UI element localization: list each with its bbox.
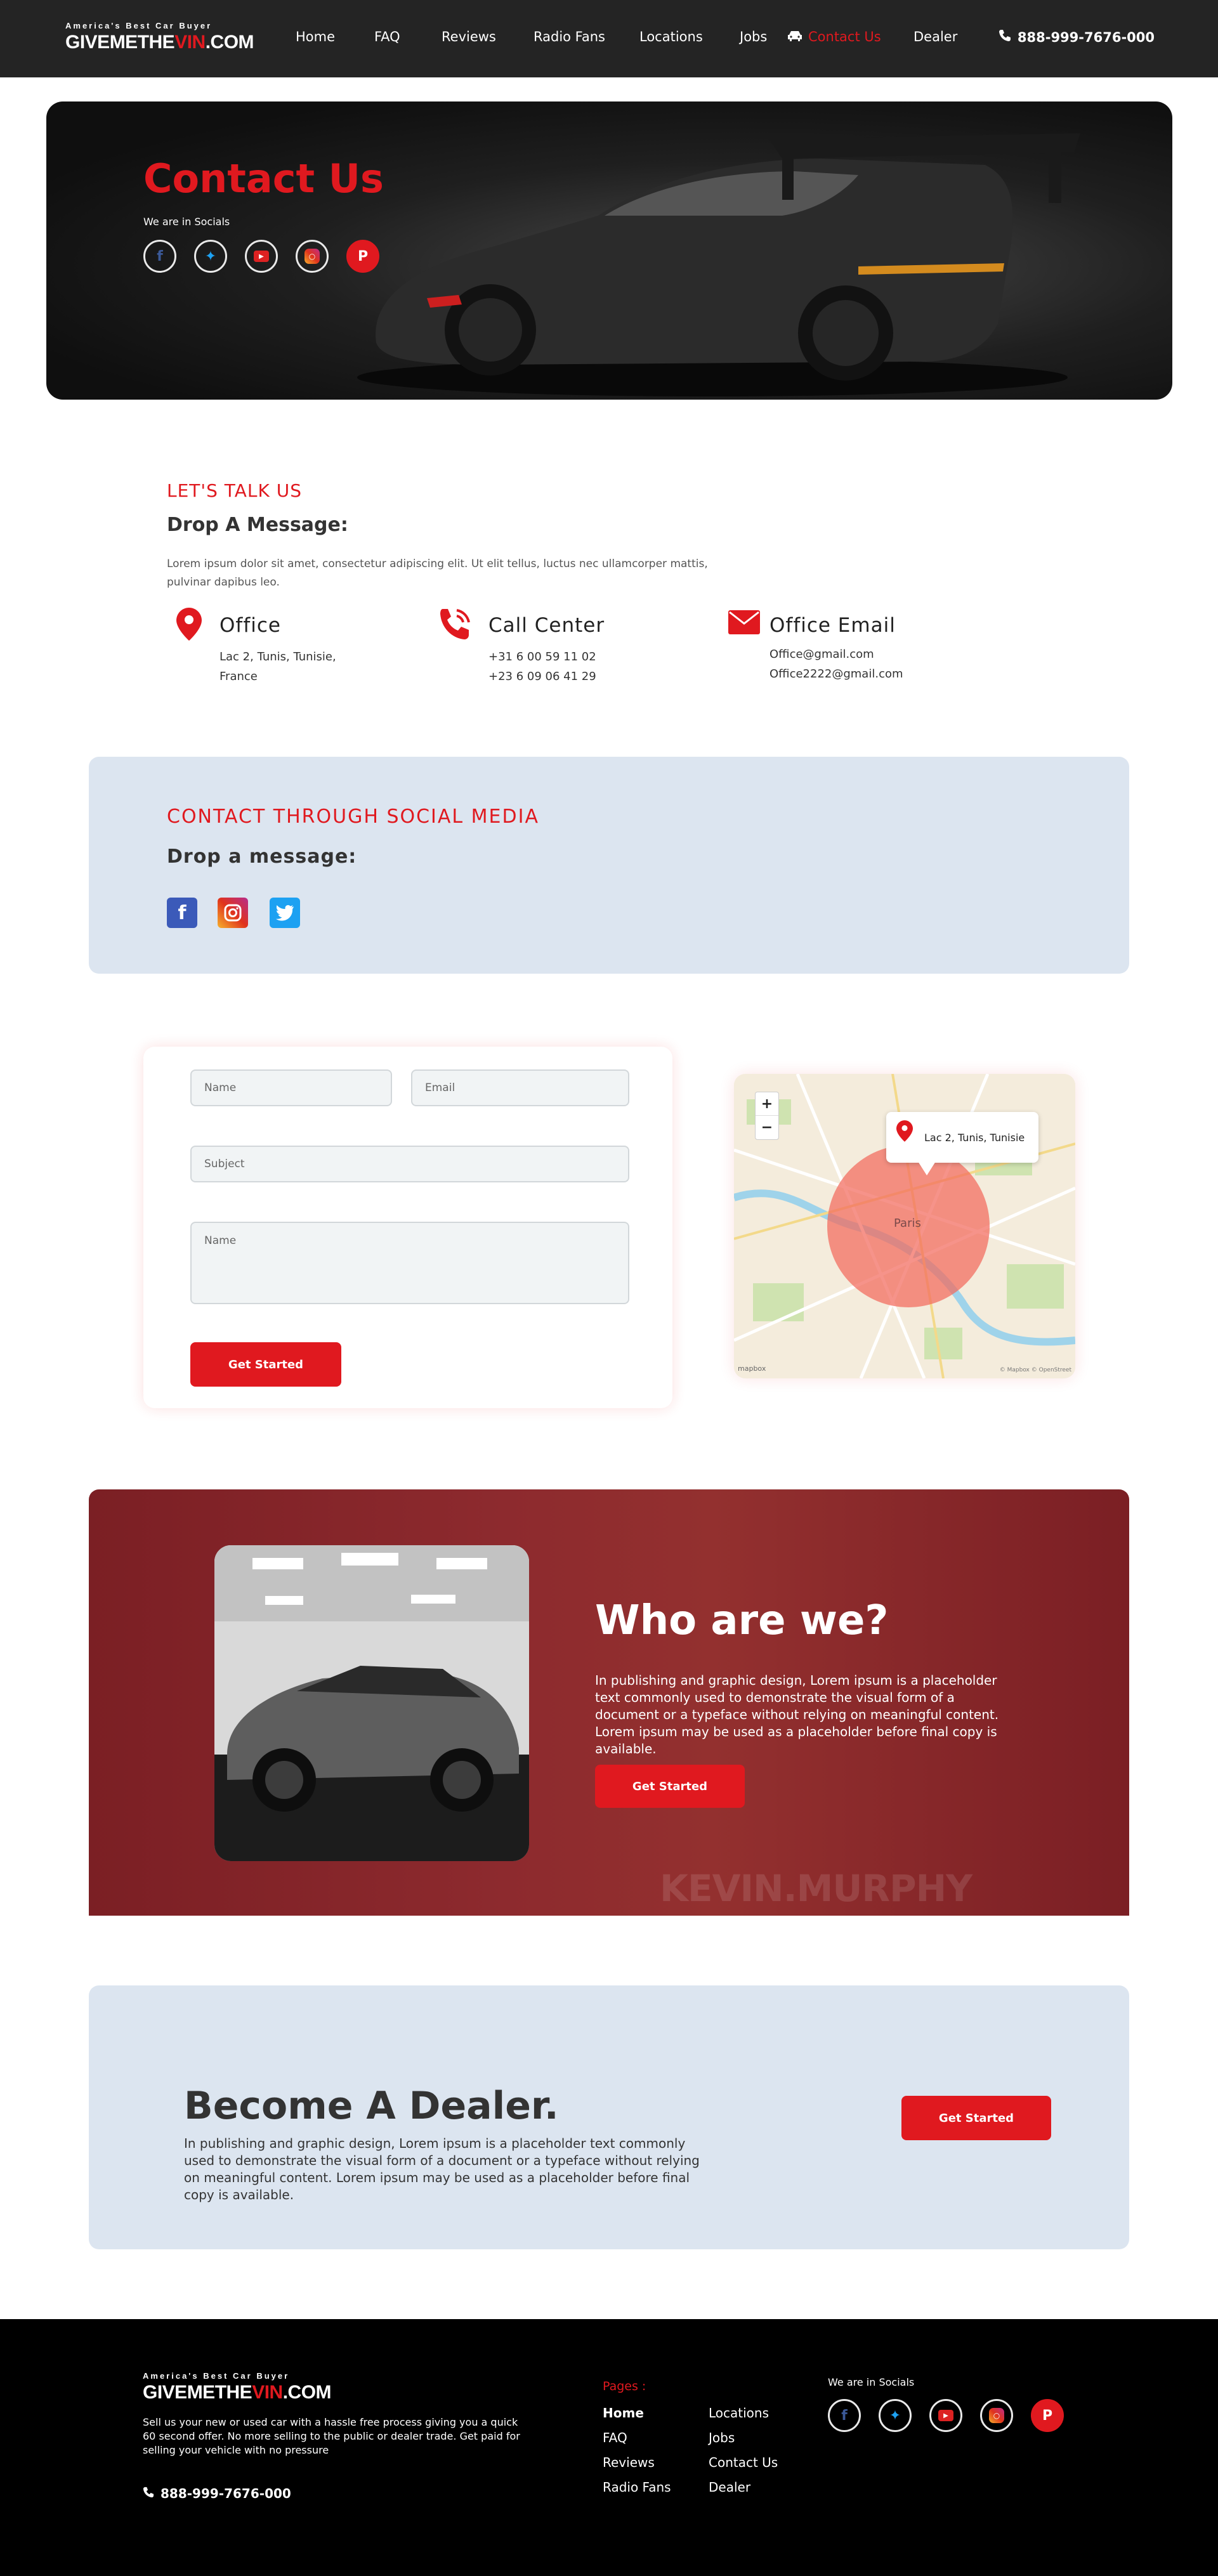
map-city-label: Paris — [894, 1217, 921, 1230]
call-center-line2[interactable]: +23 6 09 06 41 29 — [488, 667, 596, 686]
footer-link-faq[interactable]: FAQ — [603, 2430, 627, 2445]
call-center-title: Call Center — [488, 614, 605, 637]
nav-jobs[interactable]: Jobs — [740, 29, 767, 44]
top-navbar: America's Best Car Buyer GIVEMETHEVIN.CO… — [0, 0, 1218, 77]
social-panel-heading: Drop a message: — [167, 846, 357, 868]
logo-wordmark: GIVEMETHEVIN.COM — [65, 32, 254, 53]
office-email-line1[interactable]: Office@gmail.com — [769, 644, 874, 664]
name-input[interactable]: Name — [190, 1069, 392, 1106]
footer-phone[interactable]: 888-999-7676-000 — [143, 2486, 291, 2501]
instagram-icon[interactable] — [218, 898, 248, 928]
office-title: Office — [219, 614, 281, 637]
footer-phone-number: 888-999-7676-000 — [160, 2486, 291, 2501]
zoom-in-button[interactable]: + — [756, 1092, 778, 1116]
facebook-icon[interactable]: f — [143, 240, 176, 273]
logo-tagline: America's Best Car Buyer — [65, 21, 213, 30]
contact-form-card: Name Email Subject Name Get Started — [143, 1047, 672, 1408]
map-pin-label: Lac 2, Tunis, Tunisie — [924, 1131, 1025, 1144]
facebook-icon[interactable]: f — [167, 898, 197, 928]
social-media-panel: CONTACT THROUGH SOCIAL MEDIA Drop a mess… — [89, 757, 1129, 974]
map-popup-tail — [918, 1161, 936, 1175]
youtube-icon[interactable]: ▶ — [929, 2399, 962, 2432]
instagram-icon[interactable]: ○ — [980, 2399, 1013, 2432]
social-panel-eyebrow: CONTACT THROUGH SOCIAL MEDIA — [167, 806, 539, 828]
email-input[interactable]: Email — [411, 1069, 629, 1106]
phone-ring-icon — [438, 608, 473, 643]
talk-heading: Drop A Message: — [167, 514, 348, 536]
zoom-out-button[interactable]: − — [756, 1116, 778, 1139]
footer-link-home[interactable]: Home — [603, 2405, 644, 2421]
site-footer: America's Best Car Buyer GIVEMETHEVIN.CO… — [0, 2319, 1218, 2576]
nav-reviews[interactable]: Reviews — [442, 29, 496, 44]
dealer-title: Become A Dealer. — [184, 2084, 559, 2128]
pinterest-icon[interactable]: P — [1031, 2399, 1064, 2432]
who-are-we-section: KEVIN.MURPHY Who are we? In publishing a… — [89, 1489, 1129, 1916]
map-zoom-controls: + − — [755, 1092, 779, 1140]
office-email-line2[interactable]: Office2222@gmail.com — [769, 664, 903, 684]
map-popup: Lac 2, Tunis, Tunisie — [886, 1112, 1038, 1163]
footer-pages-label: Pages : — [603, 2379, 646, 2393]
hero-banner: Contact Us We are in Socials f ✦ ▶ ○ P — [46, 101, 1172, 400]
nav-dealer[interactable]: Dealer — [914, 29, 957, 44]
talk-eyebrow: LET'S TALK US — [167, 480, 302, 501]
nav-home[interactable]: Home — [296, 29, 335, 44]
footer-description: Sell us your new or used car with a hass… — [143, 2416, 520, 2456]
envelope-icon — [728, 610, 760, 637]
header-phone-number: 888-999-7676-000 — [1017, 29, 1155, 45]
footer-logo-wordmark: GIVEMETHEVIN.COM — [143, 2382, 332, 2403]
header-phone[interactable]: 888-999-7676-000 — [999, 29, 1155, 45]
office-info: Office Lac 2, Tunis, Tunisie, France — [176, 608, 417, 696]
message-textarea[interactable]: Name — [190, 1222, 629, 1304]
page-title: Contact Us — [143, 155, 384, 202]
twitter-icon[interactable]: ✦ — [194, 240, 227, 273]
office-line1: Lac 2, Tunis, Tunisie, — [219, 650, 336, 664]
dealer-get-started-button[interactable]: Get Started — [901, 2096, 1051, 2140]
footer-link-jobs[interactable]: Jobs — [709, 2430, 735, 2445]
footer-logo[interactable]: America's Best Car Buyer GIVEMETHEVIN.CO… — [143, 2371, 332, 2403]
nav-contact-us[interactable]: Contact Us — [808, 29, 881, 44]
showroom-car-image — [214, 1545, 529, 1861]
phone-icon — [999, 29, 1011, 45]
location-pin-icon — [176, 608, 202, 643]
background-sign: KEVIN.MURPHY — [660, 1867, 972, 1910]
pinterest-icon[interactable]: P — [346, 240, 379, 273]
footer-link-locations[interactable]: Locations — [709, 2405, 769, 2421]
footer-logo-tagline: America's Best Car Buyer — [143, 2371, 290, 2381]
who-text: In publishing and graphic design, Lorem … — [595, 1673, 999, 1756]
talk-body: Lorem ipsum dolor sit amet, consectetur … — [167, 558, 708, 589]
hero-car-image — [357, 133, 1080, 396]
call-center-info: Call Center +31 6 00 59 11 02 +23 6 09 0… — [438, 608, 691, 684]
office-email-info: Office Email Office@gmail.com Office2222… — [728, 608, 995, 684]
mapbox-logo: mapbox — [738, 1364, 766, 1373]
dealer-text: In publishing and graphic design, Lorem … — [184, 2136, 700, 2202]
footer-link-reviews[interactable]: Reviews — [603, 2455, 655, 2470]
phone-icon — [143, 2486, 154, 2501]
instagram-icon[interactable]: ○ — [296, 240, 329, 273]
facebook-icon[interactable]: f — [828, 2399, 861, 2432]
footer-link-dealer[interactable]: Dealer — [709, 2480, 750, 2495]
car-icon — [787, 29, 803, 42]
office-line2: France — [219, 670, 258, 683]
twitter-icon[interactable]: ✦ — [879, 2399, 912, 2432]
who-get-started-button[interactable]: Get Started — [595, 1765, 745, 1808]
hero-socials-label: We are in Socials — [143, 216, 230, 228]
header-logo[interactable]: America's Best Car Buyer GIVEMETHEVIN.CO… — [65, 21, 254, 53]
become-dealer-panel: Become A Dealer. In publishing and graph… — [89, 1985, 1129, 2249]
office-email-title: Office Email — [769, 614, 896, 637]
form-submit-button[interactable]: Get Started — [190, 1342, 341, 1387]
subject-input[interactable]: Subject — [190, 1146, 629, 1182]
location-map[interactable]: Paris + − Lac 2, Tunis, Tunisie mapbox ©… — [734, 1074, 1075, 1378]
youtube-icon[interactable]: ▶ — [245, 240, 278, 273]
nav-faq[interactable]: FAQ — [374, 29, 400, 44]
footer-socials-label: We are in Socials — [828, 2376, 915, 2388]
nav-radio-fans[interactable]: Radio Fans — [534, 29, 605, 44]
nav-locations[interactable]: Locations — [639, 29, 703, 44]
map-pin-icon — [896, 1120, 913, 1145]
call-center-line1[interactable]: +31 6 00 59 11 02 — [488, 647, 596, 667]
footer-link-contact-us[interactable]: Contact Us — [709, 2455, 778, 2470]
footer-link-radio-fans[interactable]: Radio Fans — [603, 2480, 671, 2495]
who-title: Who are we? — [595, 1597, 889, 1644]
map-attribution: © Mapbox © OpenStreet — [999, 1367, 1071, 1373]
twitter-icon[interactable] — [270, 898, 300, 928]
